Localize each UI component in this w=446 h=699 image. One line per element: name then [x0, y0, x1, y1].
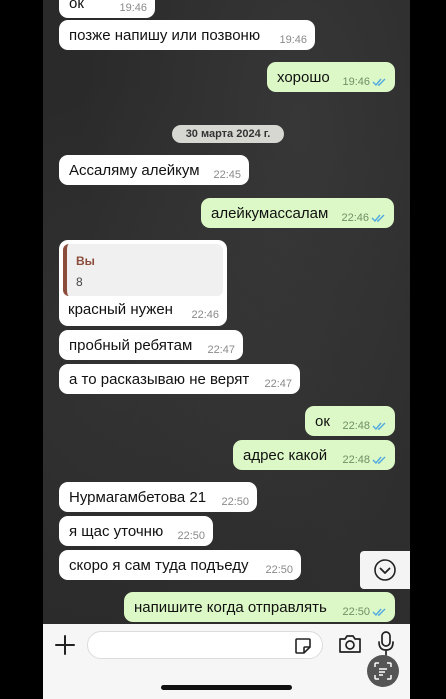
- input-bar: [43, 624, 410, 699]
- sticker-icon[interactable]: [293, 636, 313, 656]
- message-text: красный нужен: [68, 301, 173, 318]
- message-bubble[interactable]: я щас уточню 22:50: [59, 516, 213, 546]
- message-text: хорошо: [277, 68, 330, 86]
- read-ticks-icon: [371, 214, 385, 223]
- message-bubble[interactable]: а то расказываю не верят 22:47: [59, 364, 300, 394]
- quoted-text: 8: [76, 275, 83, 289]
- message-time: 22:50: [342, 606, 370, 618]
- read-ticks-icon: [372, 456, 386, 465]
- scan-text-button[interactable]: [367, 655, 399, 687]
- message-time: 22:46: [341, 212, 369, 224]
- camera-icon[interactable]: [337, 633, 363, 655]
- message-text: адрес какой: [243, 446, 328, 464]
- plus-icon[interactable]: [54, 634, 76, 656]
- message-bubble[interactable]: позже напишу или позвоню 19:46: [59, 20, 315, 50]
- message-bubble[interactable]: Нурмагамбетова 21 22:50: [59, 482, 257, 512]
- message-bubble[interactable]: ок 22:48: [305, 406, 395, 436]
- message-text: я щас уточню: [69, 522, 164, 540]
- message-time: 19:46: [342, 76, 370, 88]
- message-bubble[interactable]: напишите когда отправлять 22:50: [124, 592, 395, 622]
- message-text: напишите когда отправлять: [134, 598, 327, 616]
- message-text: скоро я сам туда подъеду: [69, 556, 249, 574]
- read-ticks-icon: [372, 78, 386, 87]
- message-text: алейкумассалам: [211, 204, 329, 222]
- reply-message-bubble[interactable]: Вы 8 красный нужен 22:46: [59, 240, 227, 326]
- quoted-author: Вы: [76, 254, 95, 268]
- message-time: 22:50: [265, 564, 293, 576]
- quoted-message[interactable]: Вы 8: [63, 244, 223, 296]
- scroll-to-bottom-button[interactable]: [360, 551, 410, 589]
- left-frame: [0, 0, 43, 699]
- message-time: 19:46: [119, 2, 147, 14]
- message-bubble[interactable]: Ассаляму алейкум 22:45: [59, 155, 249, 185]
- message-bubble[interactable]: алейкумассалам 22:46: [201, 198, 394, 228]
- message-bubble[interactable]: хорошо 19:46: [267, 62, 395, 92]
- message-text: ок: [69, 0, 84, 12]
- message-time: 22:50: [221, 496, 249, 508]
- scan-text-icon: [374, 662, 392, 680]
- chat-area[interactable]: ок 19:46 позже напишу или позвоню 19:46 …: [43, 0, 410, 624]
- message-time: 22:48: [342, 454, 370, 466]
- message-time: 22:48: [342, 420, 370, 432]
- message-bubble[interactable]: скоро я сам туда подъеду 22:50: [59, 550, 301, 580]
- message-bubble[interactable]: пробный ребятам 22:47: [59, 330, 243, 360]
- date-separator: 30 марта 2024 г.: [172, 125, 284, 143]
- message-time: 22:47: [207, 344, 235, 356]
- message-time: 19:46: [279, 34, 307, 46]
- read-ticks-icon: [372, 422, 386, 431]
- message-text: позже напишу или позвоню: [69, 26, 261, 44]
- right-frame: [410, 0, 446, 699]
- message-bubble[interactable]: ок 19:46: [59, 0, 155, 18]
- message-text: пробный ребятам: [69, 336, 193, 354]
- message-time: 22:50: [177, 530, 205, 542]
- message-time: 22:47: [264, 378, 292, 390]
- message-time: 22:46: [191, 309, 219, 321]
- message-text: Нурмагамбетова 21: [69, 488, 207, 506]
- microphone-icon[interactable]: [376, 630, 396, 658]
- message-text: ок: [315, 412, 330, 430]
- home-indicator: [161, 685, 292, 690]
- message-bubble[interactable]: адрес какой 22:48: [233, 440, 395, 470]
- message-text: Ассаляму алейкум: [69, 161, 200, 179]
- message-text: а то расказываю не верят: [69, 370, 250, 388]
- chevron-down-icon: [374, 559, 396, 581]
- read-ticks-icon: [372, 608, 386, 617]
- message-input[interactable]: [87, 631, 323, 659]
- message-time: 22:45: [213, 169, 241, 181]
